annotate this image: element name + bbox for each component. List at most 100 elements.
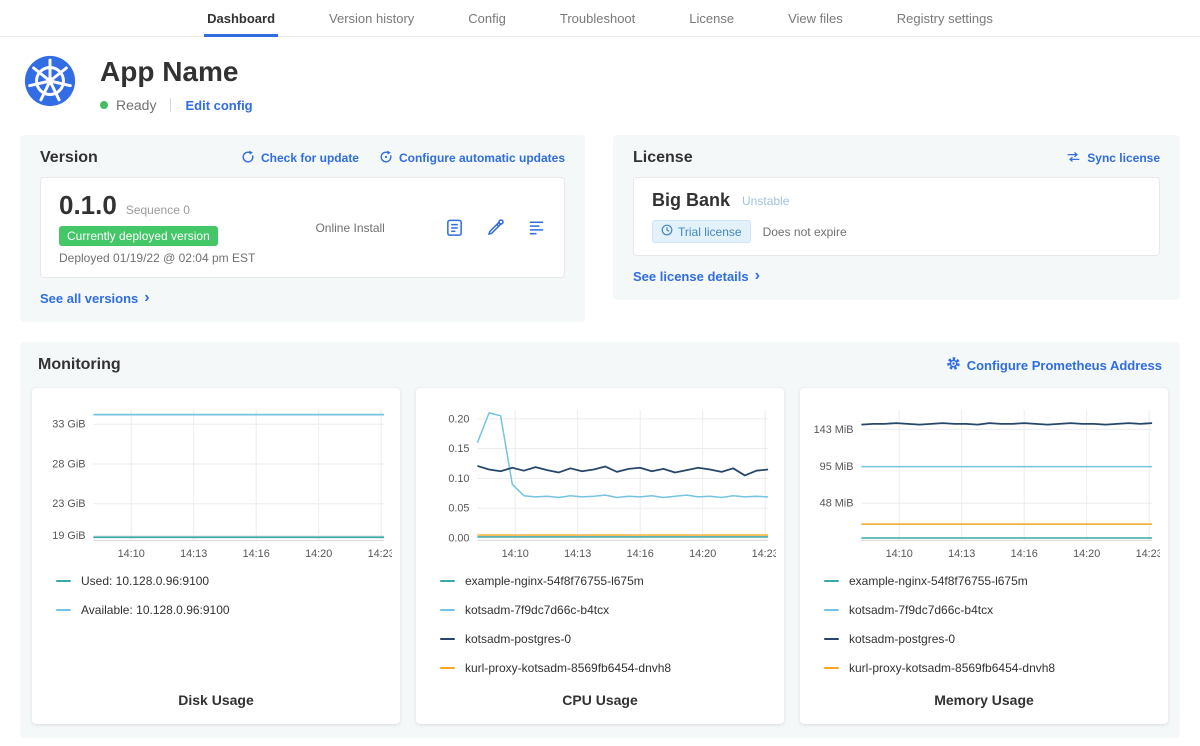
chart-legend: example-nginx-54f8f76755-l675m kotsadm-7f… [824,574,1160,675]
legend-swatch [824,580,839,582]
memory-usage-chart: 143 MiB95 MiB48 MiB14:1014:1314:1614:201… [808,400,1160,568]
version-number: 0.1.0 [59,190,117,221]
legend-label: kotsadm-7f9dc7d66c-b4tcx [849,603,993,617]
see-license-details-label: See license details [633,269,749,284]
clock-icon [661,224,673,239]
legend-swatch [824,609,839,611]
version-card-title: Version [40,149,98,167]
expiration-text: Does not expire [763,225,847,239]
charts-row: 33 GiB28 GiB23 GiB19 GiB14:1014:1314:161… [32,388,1168,724]
chart-title: Memory Usage [808,678,1160,712]
sync-license-label: Sync license [1087,151,1160,165]
memory-usage-chart-card: 143 MiB95 MiB48 MiB14:1014:1314:1614:201… [800,388,1168,724]
legend-swatch [56,580,71,582]
trial-license-badge: Trial license [652,220,751,243]
status-row: Ready Edit config [100,95,253,115]
see-all-versions-row: See all versions › [40,290,565,306]
legend-swatch [824,667,839,669]
legend-swatch [440,580,455,582]
tab-config[interactable]: Config [441,0,533,36]
sequence-label: Sequence 0 [126,203,190,217]
channel-label: Unstable [742,194,789,208]
kubernetes-logo-icon [24,55,76,107]
chart-legend: Used: 10.128.0.96:9100 Available: 10.128.… [56,574,392,617]
tab-license[interactable]: License [662,0,761,36]
top-nav: Dashboard Version history Config Trouble… [0,0,1200,37]
legend-swatch [440,667,455,669]
svg-text:14:20: 14:20 [305,548,332,560]
chevron-right-icon: › [144,290,149,306]
sync-icon [1066,151,1081,166]
disk-usage-chart-card: 33 GiB28 GiB23 GiB19 GiB14:1014:1314:161… [32,388,400,724]
svg-text:14:20: 14:20 [689,548,716,560]
svg-text:0.15: 0.15 [448,443,469,455]
svg-text:95 MiB: 95 MiB [820,461,854,473]
svg-text:14:13: 14:13 [180,548,207,560]
see-license-details-link[interactable]: See license details › [633,268,760,284]
trial-license-label: Trial license [678,225,742,239]
sync-license-link[interactable]: Sync license [1066,151,1160,166]
tab-registry-settings[interactable]: Registry settings [870,0,1020,36]
svg-text:14:13: 14:13 [948,548,975,560]
see-license-details-row: See license details › [633,268,1160,284]
legend-item: Available: 10.128.0.96:9100 [56,603,392,617]
deploy-logs-icon[interactable] [527,218,546,237]
check-for-update-label: Check for update [261,151,359,165]
refresh-icon [241,150,255,167]
legend-label: kurl-proxy-kotsadm-8569fb6454-dnvh8 [849,661,1055,675]
svg-text:14:20: 14:20 [1073,548,1100,560]
version-card: Version Check for update [20,135,585,322]
svg-text:19 GiB: 19 GiB [52,530,85,542]
svg-text:14:10: 14:10 [118,548,145,560]
configure-prometheus-link[interactable]: Configure Prometheus Address [946,356,1162,374]
legend-swatch [824,638,839,640]
app-header: App Name Ready Edit config [0,37,1200,121]
edit-config-link[interactable]: Edit config [185,98,252,113]
svg-text:14:16: 14:16 [243,548,270,560]
tab-version-history[interactable]: Version history [302,0,441,36]
svg-text:0.05: 0.05 [448,503,469,515]
legend-swatch [440,609,455,611]
svg-text:143 MiB: 143 MiB [814,424,854,436]
svg-text:0.00: 0.00 [448,532,469,544]
svg-text:14:16: 14:16 [1011,548,1038,560]
svg-text:28 GiB: 28 GiB [52,458,85,470]
check-for-update-link[interactable]: Check for update [241,150,359,167]
configure-prometheus-label: Configure Prometheus Address [967,358,1162,373]
tab-view-files[interactable]: View files [761,0,870,36]
cards-row: Version Check for update [0,135,1200,322]
edit-config-values-icon[interactable] [486,218,505,237]
svg-text:0.20: 0.20 [448,413,469,425]
license-card: License Sync license Big Bank Unstable [613,135,1180,300]
license-panel: Big Bank Unstable Trial license Does not… [633,177,1160,256]
auto-update-icon [379,150,393,167]
legend-item: kotsadm-postgres-0 [440,632,776,646]
svg-text:14:10: 14:10 [502,548,529,560]
status-dot-icon [100,101,108,109]
deployed-badge: Currently deployed version [59,226,218,246]
configure-auto-updates-link[interactable]: Configure automatic updates [379,150,565,167]
tab-dashboard[interactable]: Dashboard [180,0,302,36]
svg-text:14:23: 14:23 [368,548,392,560]
app-title-block: App Name Ready Edit config [100,55,253,115]
chevron-right-icon: › [755,268,760,284]
monitoring-title: Monitoring [38,356,121,374]
status-text: Ready [116,97,156,113]
legend-item: kotsadm-7f9dc7d66c-b4tcx [440,603,776,617]
legend-item: kurl-proxy-kotsadm-8569fb6454-dnvh8 [440,661,776,675]
deployed-timestamp: Deployed 01/19/22 @ 02:04 pm EST [59,251,255,265]
legend-label: kotsadm-postgres-0 [465,632,571,646]
chart-legend: example-nginx-54f8f76755-l675m kotsadm-7f… [440,574,776,675]
monitoring-section: Monitoring Configure Prometheus Address … [20,342,1180,738]
legend-label: kurl-proxy-kotsadm-8569fb6454-dnvh8 [465,661,671,675]
legend-item: example-nginx-54f8f76755-l675m [440,574,776,588]
install-type-label: Online Install [315,221,384,235]
tab-troubleshoot[interactable]: Troubleshoot [533,0,662,36]
legend-label: example-nginx-54f8f76755-l675m [849,574,1028,588]
version-actions [445,218,546,237]
disk-usage-chart: 33 GiB28 GiB23 GiB19 GiB14:1014:1314:161… [40,400,392,568]
license-card-title: License [633,149,693,167]
see-all-versions-link[interactable]: See all versions › [40,290,150,306]
legend-item: Used: 10.128.0.96:9100 [56,574,392,588]
release-notes-icon[interactable] [445,218,464,237]
